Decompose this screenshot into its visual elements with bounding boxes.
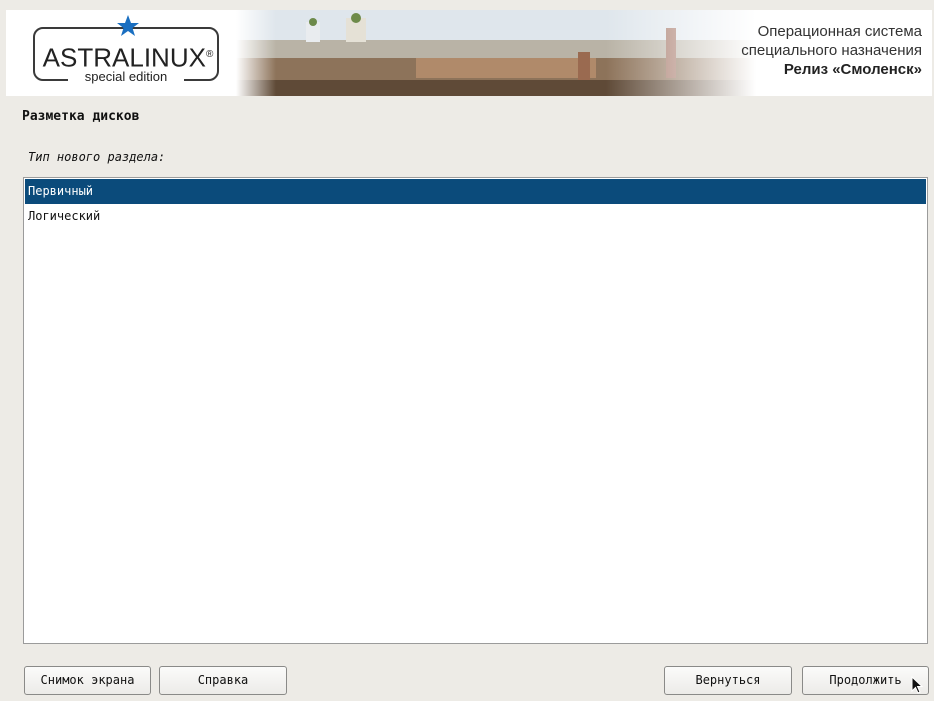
continue-button[interactable]: Продолжить bbox=[802, 666, 929, 695]
partition-type-prompt: Тип нового раздела: bbox=[28, 150, 166, 164]
help-button[interactable]: Справка bbox=[159, 666, 287, 695]
star-icon bbox=[116, 14, 140, 38]
header-banner: ASTRALINUX® special edition Операционная… bbox=[6, 10, 932, 96]
screenshot-button[interactable]: Снимок экрана bbox=[24, 666, 151, 695]
page-title: Разметка дисков bbox=[22, 109, 140, 124]
os-line-2: специального назначения bbox=[741, 42, 922, 59]
mouse-pointer-icon bbox=[911, 675, 925, 694]
list-item-logical[interactable]: Логический bbox=[25, 204, 926, 229]
list-item-primary[interactable]: Первичный bbox=[25, 179, 926, 204]
photo-fade-right bbox=[606, 10, 756, 96]
logo-registered-mark: ® bbox=[205, 49, 214, 60]
photo-fade-left bbox=[236, 10, 276, 96]
logo-subtitle: special edition bbox=[68, 70, 184, 84]
release-name: Релиз «Смоленск» bbox=[783, 61, 922, 78]
os-line-1: Операционная система bbox=[757, 23, 922, 40]
partition-type-list[interactable]: Первичный Логический bbox=[23, 177, 928, 644]
back-button[interactable]: Вернуться bbox=[664, 666, 792, 695]
os-description: Операционная система специального назнач… bbox=[741, 22, 922, 79]
